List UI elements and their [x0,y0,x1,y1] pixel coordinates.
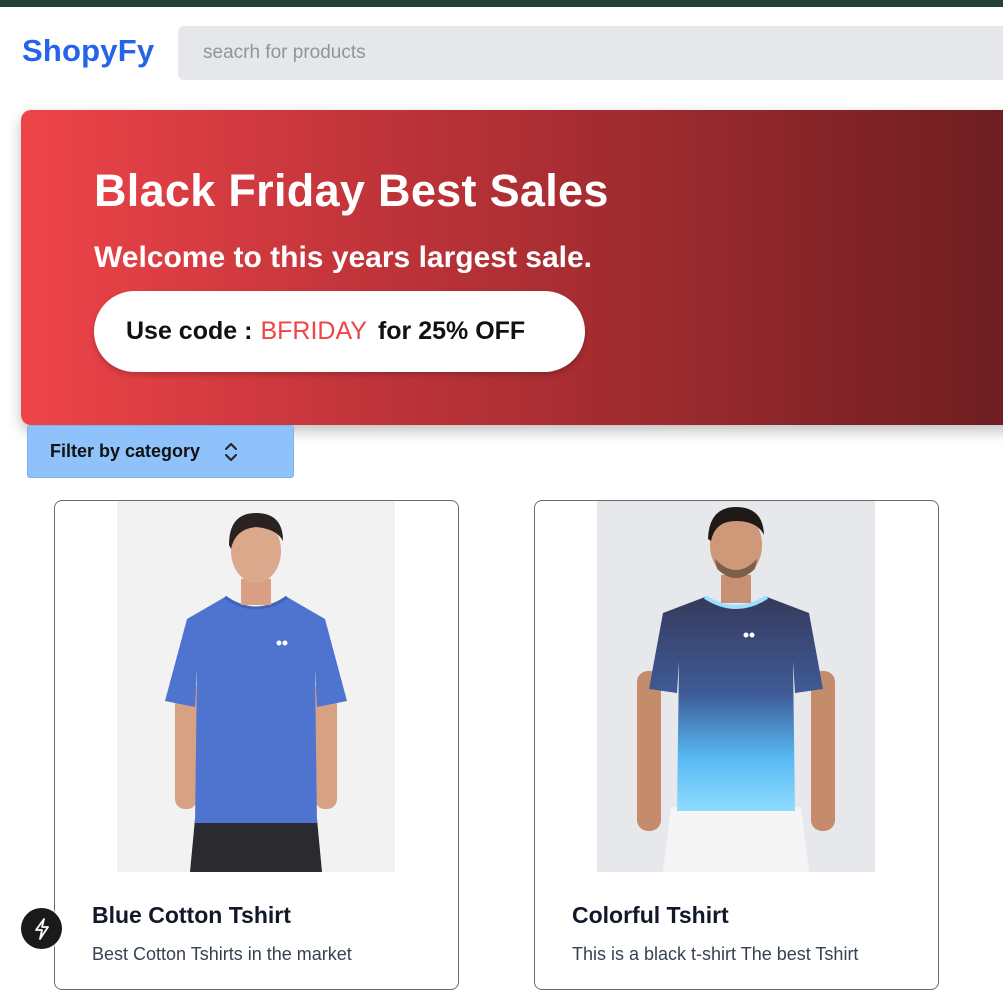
product-description: This is a black t-shirt The best Tshirt [572,944,859,964]
promo-suffix: for 25% OFF [377,317,526,345]
product-title[interactable]: Colorful Tshirt [572,902,729,929]
product-card[interactable]: Colorful Tshirt This is a black t-shirt … [534,500,939,990]
promo-prefix: Use code : [126,317,253,345]
hero-banner: Black Friday Best Sales Welcome to this … [21,110,1003,425]
lightning-icon[interactable] [21,908,62,949]
product-description: Best Cotton Tshirts in the market [92,944,352,964]
product-image[interactable] [597,501,875,872]
chevron-up-down-icon [224,442,238,462]
product-card[interactable]: Blue Cotton Tshirt Best Cotton Tshirts i… [54,500,459,990]
logo[interactable]: ShopyFy [22,33,154,69]
top-border-strip [0,0,1003,7]
product-image[interactable] [117,501,395,872]
site-header: ShopyFy [0,7,1003,97]
hero-subtitle: Welcome to this years largest sale. [94,241,593,274]
product-title[interactable]: Blue Cotton Tshirt [92,902,291,929]
filter-category-select[interactable]: Filter by category [27,425,294,478]
search-bar[interactable] [178,26,1003,80]
hero-title: Black Friday Best Sales [94,165,609,216]
filter-label: Filter by category [50,441,201,461]
promo-code: BFRIDAY [260,317,367,345]
promo-pill: Use code : BFRIDAY for 25% OFF [94,291,585,372]
search-input[interactable] [201,41,981,65]
